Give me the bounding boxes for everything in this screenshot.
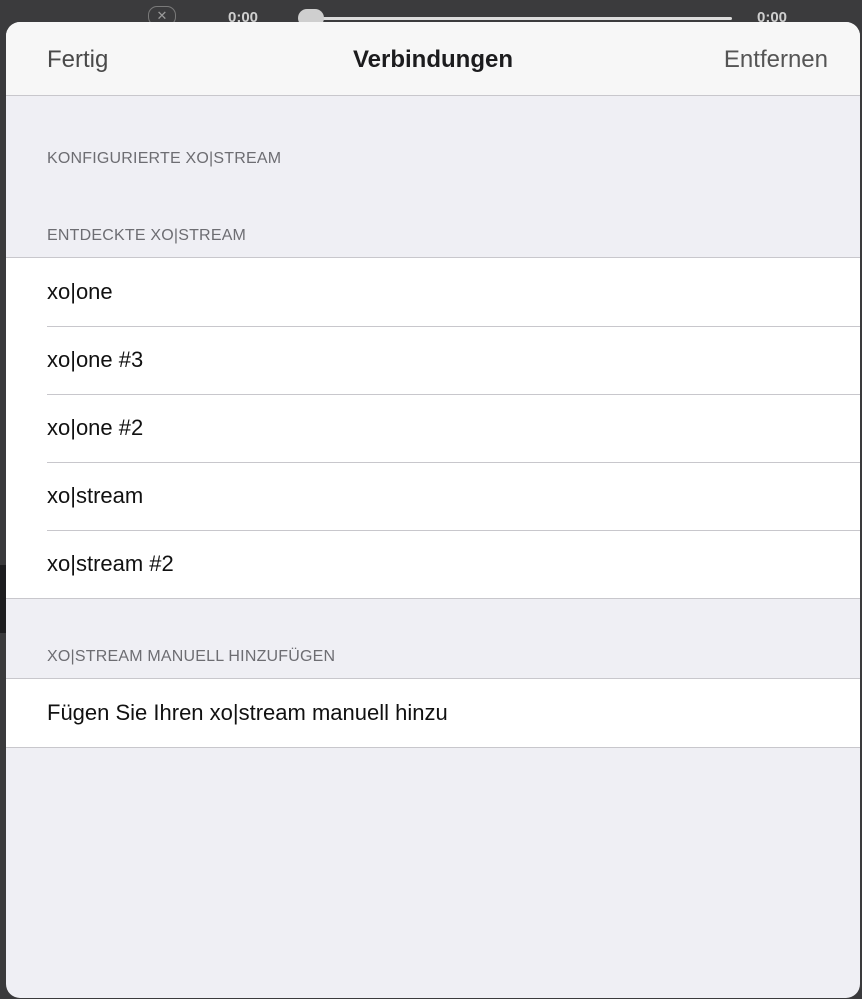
add-manually-label: Fügen Sie Ihren xo|stream manuell hinzu bbox=[47, 700, 448, 725]
section-header-configured: KONFIGURIERTE XO|STREAM bbox=[47, 150, 282, 167]
remove-button[interactable]: Entfernen bbox=[724, 46, 828, 74]
list-item[interactable]: xo|stream bbox=[6, 462, 860, 530]
discovered-list: xo|one xo|one #3 xo|one #2 xo|stream xo|… bbox=[6, 257, 860, 599]
list-item-label: xo|stream bbox=[47, 483, 144, 508]
navigation-bar: Fertig Verbindungen Entfernen bbox=[6, 22, 860, 96]
list-item-label: xo|one #3 bbox=[47, 347, 144, 372]
list-item[interactable]: xo|stream #2 bbox=[6, 530, 860, 598]
manual-add-list: Fügen Sie Ihren xo|stream manuell hinzu bbox=[6, 678, 860, 748]
connections-sheet: Fertig Verbindungen Entfernen KONFIGURIE… bbox=[6, 22, 860, 998]
list-item[interactable]: xo|one bbox=[6, 258, 860, 326]
section-header-manual: XO|STREAM MANUELL HINZUFÜGEN bbox=[47, 648, 336, 665]
list-item-label: xo|one #2 bbox=[47, 415, 144, 440]
section-header-discovered: ENTDECKTE XO|STREAM bbox=[47, 227, 247, 244]
list-item-label: xo|one bbox=[47, 279, 113, 304]
progress-track[interactable] bbox=[300, 17, 732, 20]
list-item[interactable]: xo|one #2 bbox=[6, 394, 860, 462]
list-item-label: xo|stream #2 bbox=[47, 551, 174, 576]
list-item[interactable]: xo|one #3 bbox=[6, 326, 860, 394]
add-manually-row[interactable]: Fügen Sie Ihren xo|stream manuell hinzu bbox=[6, 679, 860, 747]
